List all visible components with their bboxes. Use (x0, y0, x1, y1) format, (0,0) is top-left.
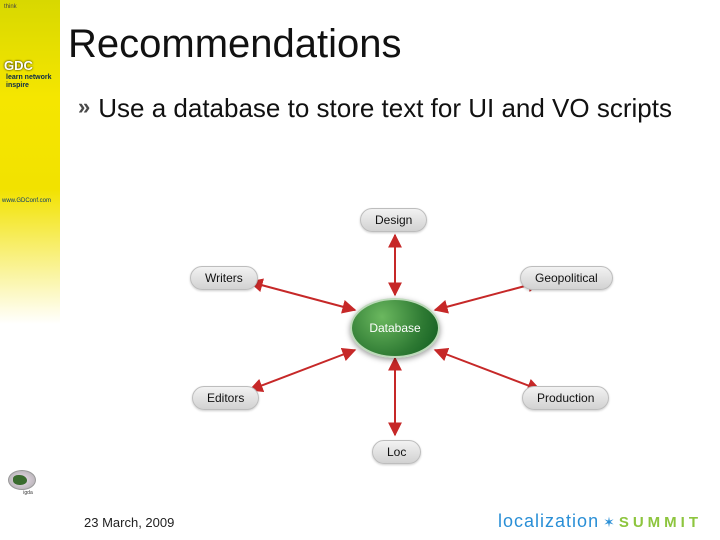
footer-date: 23 March, 2009 (84, 515, 174, 530)
chevron-icon: » (78, 92, 90, 122)
diagram: Design Writers Geopolitical Database Edi… (120, 190, 670, 490)
igda-text: igda (8, 490, 48, 496)
footer-logo-summit: SUMMIT (619, 514, 702, 531)
igda-logo: igda (8, 470, 48, 500)
node-production: Production (522, 386, 609, 410)
page-title: Recommendations (68, 22, 402, 67)
globe-icon (8, 470, 36, 490)
gdc-logo: GDC (4, 58, 33, 73)
gdc-url: www.GDConf.com (2, 198, 51, 204)
gdc-subtext: learn network inspire (6, 74, 60, 90)
node-database: Database (350, 298, 440, 358)
star-icon: ✶ (603, 514, 615, 531)
footer-logo-localization: localization (498, 511, 599, 532)
bullet-text: Use a database to store text for UI and … (98, 92, 672, 124)
bullet: » Use a database to store text for UI an… (78, 92, 678, 124)
sidebar-tiny-text: think (4, 4, 17, 10)
node-design: Design (360, 208, 427, 232)
node-loc: Loc (372, 440, 421, 464)
footer-logo: localization ✶ SUMMIT (498, 511, 702, 532)
sidebar: think GDC learn network inspire www.GDCo… (0, 0, 60, 540)
node-writers: Writers (190, 266, 258, 290)
node-geopolitical: Geopolitical (520, 266, 613, 290)
node-editors: Editors (192, 386, 259, 410)
